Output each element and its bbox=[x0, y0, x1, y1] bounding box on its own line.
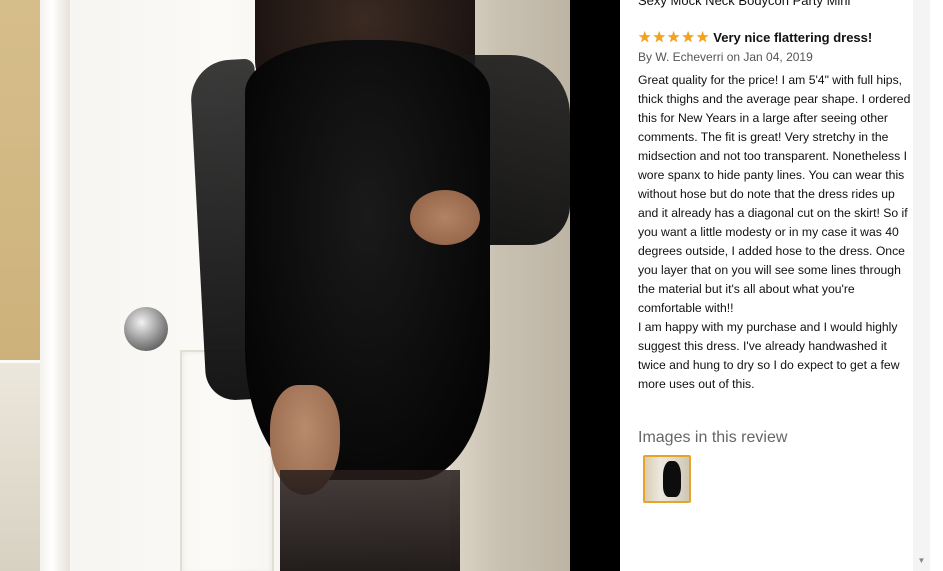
hand-on-hip bbox=[410, 190, 480, 245]
review-panel: Sexy Mock Neck Bodycon Party Mini ★ ★ ★ … bbox=[620, 0, 943, 571]
review-image-thumbnail[interactable] bbox=[643, 455, 691, 503]
legs-with-hose bbox=[280, 470, 460, 571]
images-heading: Images in this review bbox=[638, 429, 788, 446]
window-edge bbox=[930, 0, 943, 571]
star-icon: ★ bbox=[681, 29, 695, 46]
rating-row: ★ ★ ★ ★ ★ Very nice flattering dress! bbox=[638, 30, 872, 45]
star-icon: ★ bbox=[695, 29, 710, 46]
product-title[interactable]: Sexy Mock Neck Bodycon Party Mini bbox=[638, 0, 914, 8]
review-body: Great quality for the price! I am 5'4" w… bbox=[638, 73, 911, 391]
review-byline: By W. Echeverri on Jan 04, 2019 bbox=[638, 50, 813, 64]
customer-photo bbox=[0, 0, 570, 571]
door-trim bbox=[40, 0, 70, 571]
star-rating: ★ ★ ★ ★ ★ bbox=[638, 30, 709, 45]
star-icon: ★ bbox=[652, 29, 666, 46]
doorknob bbox=[124, 307, 168, 351]
wainscot bbox=[0, 360, 40, 571]
star-icon: ★ bbox=[638, 29, 652, 46]
scroll-down-arrow-icon[interactable]: ▼ bbox=[913, 556, 930, 565]
thumbnail-figure bbox=[663, 461, 681, 497]
scrollbar[interactable]: ▼ bbox=[913, 0, 930, 571]
review-title: Very nice flattering dress! bbox=[713, 30, 873, 45]
star-icon: ★ bbox=[666, 29, 681, 46]
photo-letterbox bbox=[570, 0, 620, 571]
